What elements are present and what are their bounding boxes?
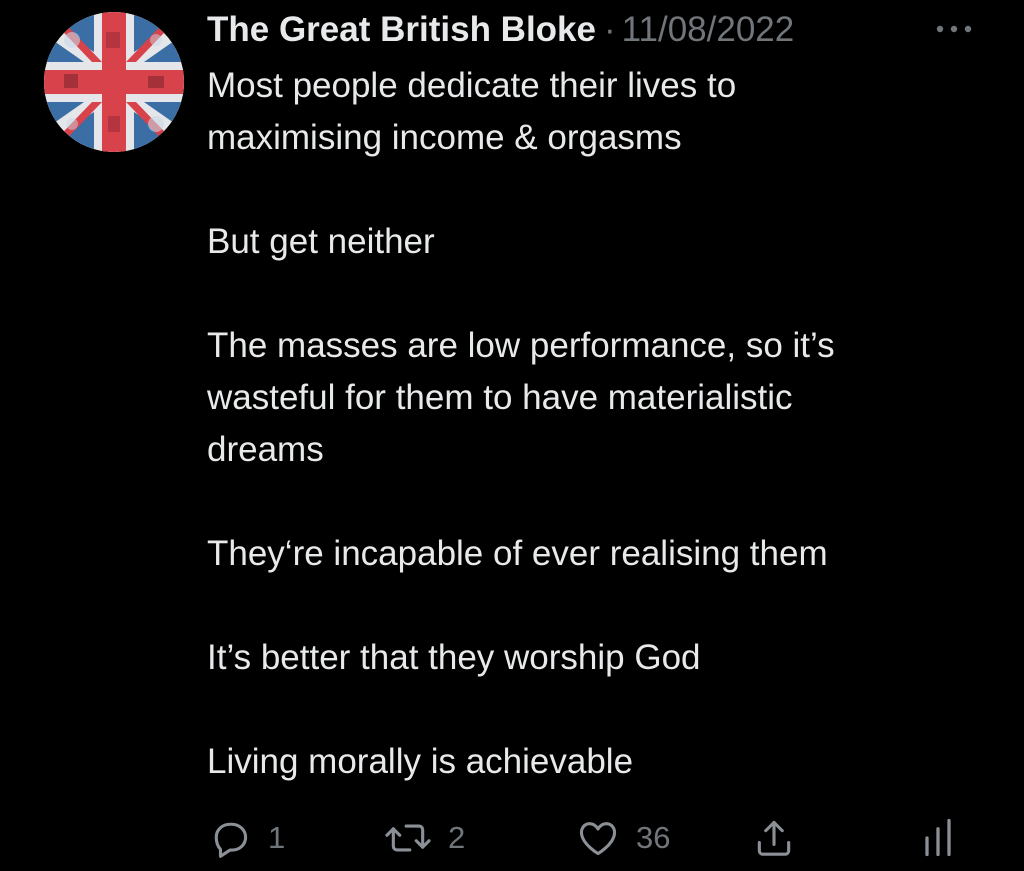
reply-icon [214,822,248,858]
text-line: Living morally is achievable [207,742,634,781]
tweet: The Great British Bloke · 11/08/2022 Mos… [0,0,1024,871]
text-line: wasteful for them to have materialistic [207,378,793,417]
tweet-paragraph: It’s better that they worship God [207,632,997,684]
author-name[interactable]: The Great British Bloke [207,10,596,50]
header-separator: · [603,10,616,49]
reply-count: 1 [268,820,286,855]
text-line: It’s better that they worship God [207,638,701,677]
tweet-paragraph: The masses are low performance, so it’s … [207,320,997,476]
union-jack-avatar-image [44,12,184,152]
retweet-icon [385,824,431,852]
tweet-paragraph: They‘re incapable of ever realising them [207,528,997,580]
like-count: 36 [636,820,671,855]
more-dots-icon [936,25,972,33]
text-line: The masses are low performance, so it’s [207,326,835,365]
tweet-header: The Great British Bloke · 11/08/2022 [207,8,927,52]
action-bar: 1 2 36 [0,808,1024,868]
share-icon [757,820,791,856]
more-options-button[interactable] [932,14,976,44]
text-line: Most people dedicate their lives to [207,66,737,105]
tweet-text: Most people dedicate their lives to maxi… [207,60,997,788]
tweet-paragraph: Most people dedicate their lives to maxi… [207,60,997,164]
heart-icon [579,822,617,856]
text-line: They‘re incapable of ever realising them [207,534,828,573]
retweet-button[interactable]: 2 [384,808,465,868]
tweet-paragraph: But get neither [207,216,997,268]
share-button[interactable] [752,808,796,868]
tweet-date[interactable]: 11/08/2022 [622,10,795,50]
analytics-button[interactable] [918,808,958,868]
like-button[interactable]: 36 [576,808,670,868]
text-line: But get neither [207,222,435,261]
avatar[interactable] [44,12,184,152]
retweet-count: 2 [448,820,466,855]
analytics-icon [925,818,951,857]
tweet-paragraph: Living morally is achievable [207,736,997,788]
text-line: dreams [207,430,324,469]
text-line: maximising income & orgasms [207,118,682,157]
reply-button[interactable]: 1 [208,808,285,868]
